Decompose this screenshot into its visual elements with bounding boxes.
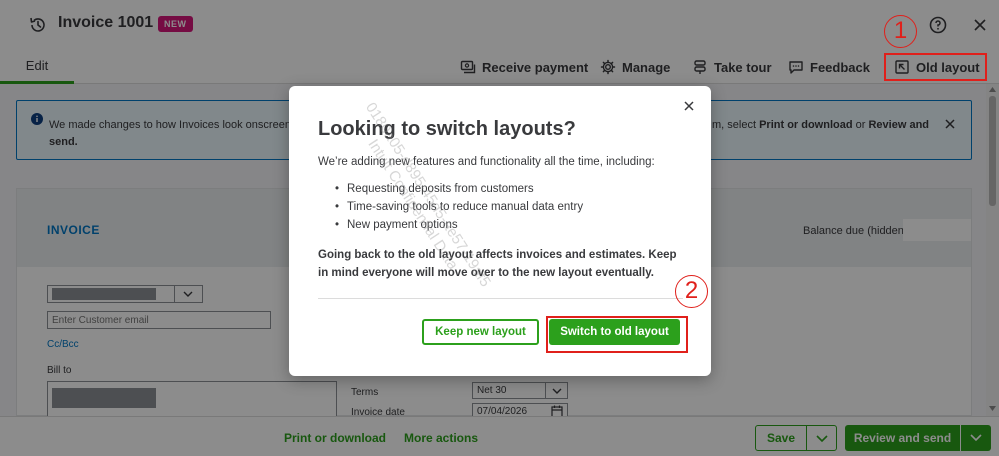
feature-list: Requesting deposits from customers Time-… (335, 180, 583, 234)
step-2-marker: 2 (675, 275, 708, 308)
highlight-switch-button (546, 316, 688, 353)
list-item: Time-saving tools to reduce manual data … (335, 198, 583, 216)
step-1-marker: 1 (884, 15, 917, 48)
list-item: Requesting deposits from customers (335, 180, 583, 198)
highlight-old-layout (884, 53, 987, 81)
dialog-warning: Going back to the old layout affects inv… (318, 249, 677, 279)
dialog-intro: We’re adding new features and functional… (318, 156, 655, 168)
close-icon[interactable] (683, 100, 695, 112)
